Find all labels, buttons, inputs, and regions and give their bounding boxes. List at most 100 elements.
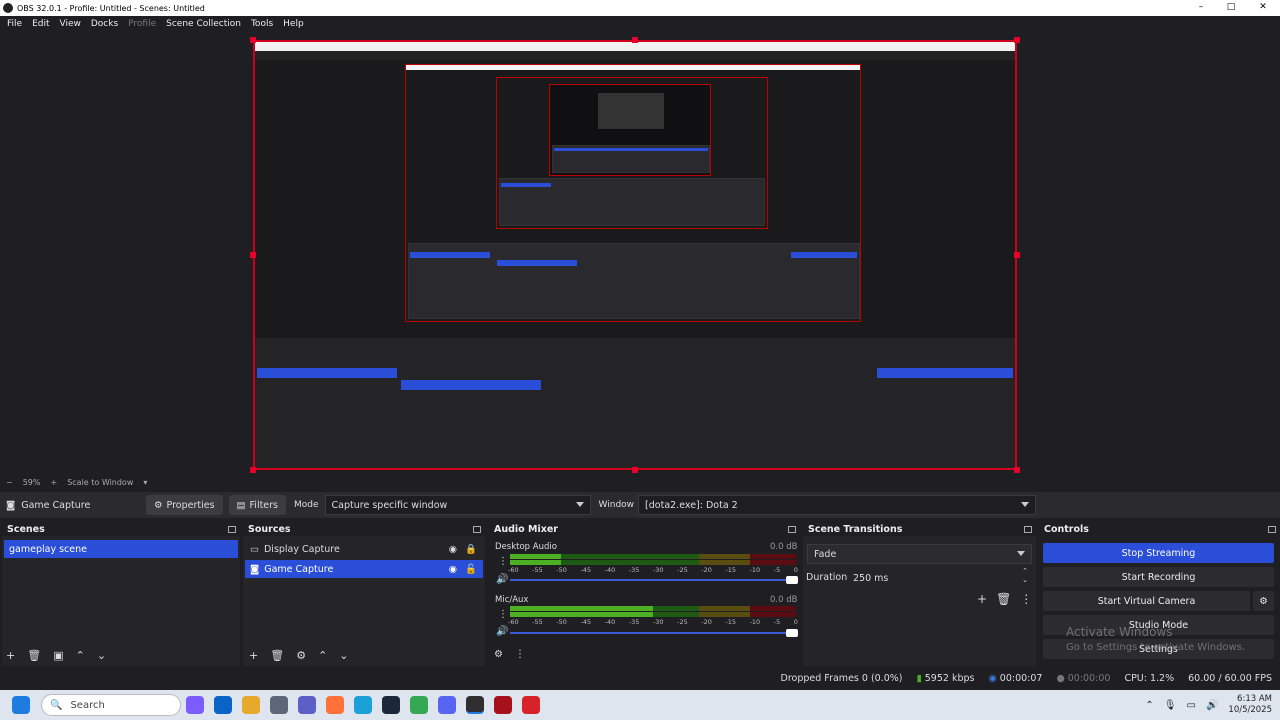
search-icon: 🔍: [50, 699, 63, 711]
teams-icon[interactable]: [298, 696, 316, 714]
filters-button[interactable]: ▤ Filters: [228, 495, 287, 515]
minimize-icon[interactable]: –: [1186, 0, 1216, 16]
transition-select[interactable]: Fade: [807, 544, 1032, 564]
speaker-icon[interactable]: 🔊: [496, 574, 508, 585]
volume-slider-desktop[interactable]: [510, 576, 798, 584]
menu-file[interactable]: File: [2, 19, 27, 29]
copilot-icon[interactable]: [186, 696, 204, 714]
kebab-menu-icon[interactable]: ⋮: [515, 649, 525, 660]
microphone-icon[interactable]: 🎙: [1164, 700, 1177, 711]
meter-tick-label: 0: [793, 618, 798, 626]
mode-select[interactable]: Capture specific window: [324, 495, 591, 515]
resize-handle-tr[interactable]: [1014, 37, 1020, 43]
window-select[interactable]: [dota2.exe]: Dota 2: [638, 495, 1037, 515]
source-item-display-capture[interactable]: ▭ Display Capture ◉ 🔒: [245, 540, 483, 558]
firefox-icon[interactable]: [326, 696, 344, 714]
source-item-game-capture[interactable]: ◙ Game Capture ◉ 🔓: [245, 560, 483, 578]
undock-icon[interactable]: [788, 525, 796, 533]
menu-edit[interactable]: Edit: [27, 19, 54, 29]
resize-handle-br[interactable]: [1014, 467, 1020, 473]
volume-icon[interactable]: 🔊: [1206, 700, 1218, 711]
zoom-out-icon[interactable]: −: [6, 478, 13, 487]
eye-icon[interactable]: ◉: [449, 544, 457, 555]
menu-view[interactable]: View: [55, 19, 86, 29]
channel-name-mic: Mic/Aux: [495, 595, 529, 605]
duration-input[interactable]: 250 ms ⌃ ⌄: [847, 567, 1032, 588]
channel-db-mic: 0.0 dB: [770, 595, 798, 605]
resize-handle-r[interactable]: [1014, 252, 1020, 258]
scene-filter-icon[interactable]: ▣: [53, 649, 63, 662]
stop-streaming-button[interactable]: Stop Streaming: [1043, 543, 1274, 563]
windows-start-icon[interactable]: [12, 696, 30, 714]
kebab-menu-icon[interactable]: ⋮: [498, 556, 508, 567]
app-icon-red[interactable]: [494, 696, 512, 714]
start-virtual-camera-button[interactable]: Start Virtual Camera: [1043, 591, 1250, 611]
move-up-icon[interactable]: ⌃: [318, 649, 327, 662]
menu-scene-collection[interactable]: Scene Collection: [161, 19, 246, 29]
trash-icon[interactable]: 🗑: [996, 592, 1011, 606]
steam-icon[interactable]: [382, 696, 400, 714]
mixer-footer: ⚙ ⋮: [494, 649, 525, 660]
discord-icon[interactable]: [438, 696, 456, 714]
edge-icon[interactable]: [354, 696, 372, 714]
nested-capture-2: [405, 64, 861, 322]
resize-handle-t[interactable]: [632, 37, 638, 43]
taskbar-search[interactable]: 🔍 Search: [41, 694, 181, 716]
move-down-icon[interactable]: ⌄: [97, 649, 106, 662]
undock-icon[interactable]: [1268, 525, 1276, 533]
start-recording-button[interactable]: Start Recording: [1043, 567, 1274, 587]
meter-tick-label: -55: [532, 566, 543, 574]
display-icon[interactable]: ▭: [1187, 700, 1196, 711]
chevron-up-icon[interactable]: ⌃: [1145, 700, 1153, 711]
gamepad-icon: ◙: [250, 563, 260, 575]
undock-icon[interactable]: [228, 525, 236, 533]
maximize-icon[interactable]: □: [1216, 0, 1246, 16]
resize-handle-b[interactable]: [632, 467, 638, 473]
undock-icon[interactable]: [473, 525, 481, 533]
menu-profile[interactable]: Profile: [123, 19, 161, 29]
volume-slider-mic[interactable]: [510, 629, 798, 637]
move-down-icon[interactable]: ⌄: [339, 649, 348, 662]
slider-knob[interactable]: [786, 629, 798, 637]
move-up-icon[interactable]: ⌃: [76, 649, 85, 662]
spinner-icon[interactable]: ⌃ ⌄: [1022, 567, 1028, 585]
clock[interactable]: 6:13 AM 10/5/2025: [1228, 694, 1272, 716]
menu-tools[interactable]: Tools: [246, 19, 278, 29]
zoom-in-icon[interactable]: +: [50, 478, 57, 487]
gear-icon[interactable]: ⚙: [296, 649, 306, 662]
trash-icon[interactable]: 🗑: [27, 649, 41, 662]
meter-desktop-level2: [510, 560, 562, 565]
close-icon[interactable]: ✕: [1248, 0, 1278, 16]
scenes-dock: Scenes gameplay scene + 🗑 ▣ ⌃ ⌄: [2, 522, 240, 666]
menu-docks[interactable]: Docks: [86, 19, 123, 29]
gear-icon[interactable]: ⚙: [1253, 591, 1274, 611]
resize-handle-l[interactable]: [250, 252, 256, 258]
menu-help[interactable]: Help: [278, 19, 309, 29]
eye-icon[interactable]: ◉: [449, 564, 457, 575]
preview-canvas[interactable]: [253, 40, 1017, 470]
speaker-icon[interactable]: 🔊: [496, 626, 508, 637]
kebab-menu-icon[interactable]: ⋮: [1020, 592, 1032, 606]
undock-icon[interactable]: [1024, 525, 1032, 533]
properties-button[interactable]: ⚙ Properties: [146, 495, 223, 515]
scale-dropdown-icon[interactable]: ▾: [143, 478, 147, 487]
scale-mode[interactable]: Scale to Window: [67, 478, 133, 487]
unlock-icon[interactable]: 🔓: [465, 564, 477, 575]
outlook-icon[interactable]: [214, 696, 232, 714]
chrome-icon[interactable]: [410, 696, 428, 714]
lock-icon[interactable]: 🔒: [465, 544, 477, 555]
trash-icon[interactable]: 🗑: [270, 649, 284, 662]
resize-handle-bl[interactable]: [250, 467, 256, 473]
add-source-icon[interactable]: +: [249, 649, 258, 662]
resize-handle-tl[interactable]: [250, 37, 256, 43]
advanced-audio-icon[interactable]: ⚙: [494, 649, 503, 660]
scene-item[interactable]: gameplay scene: [4, 540, 238, 558]
kebab-menu-icon[interactable]: ⋮: [498, 609, 508, 620]
slider-knob[interactable]: [786, 576, 798, 584]
add-transition-icon[interactable]: +: [977, 592, 987, 606]
app-icon-red-2[interactable]: [522, 696, 540, 714]
add-scene-icon[interactable]: +: [6, 649, 15, 662]
obs-icon[interactable]: [466, 696, 484, 714]
file-explorer-icon[interactable]: [242, 696, 260, 714]
store-icon[interactable]: [270, 696, 288, 714]
